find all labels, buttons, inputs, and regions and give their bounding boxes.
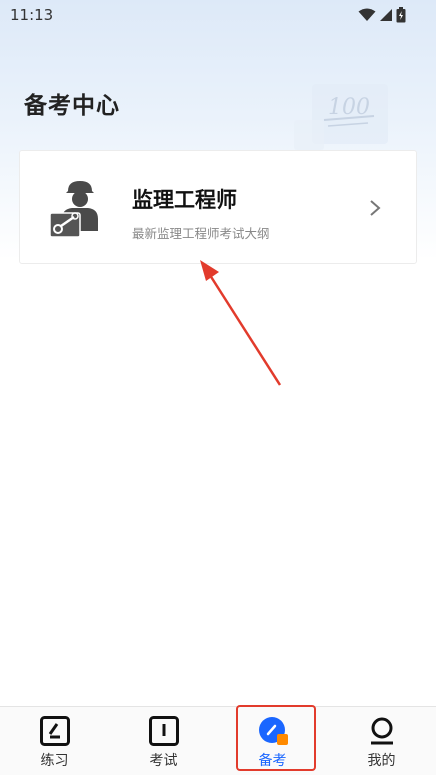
score-100-decoration: 100 [294,84,388,150]
card-title: 监理工程师 [132,188,237,212]
tab-label-profile: 我的 [367,753,396,769]
card-subtitle: 最新监理工程师考试大纲 [132,226,270,241]
page-title: 备考中心 [24,93,120,119]
tab-prepare[interactable]: 备考 [218,707,327,775]
tab-label-practice: 练习 [40,753,69,769]
profile-icon [371,717,393,745]
wifi-icon [358,8,376,21]
practice-icon [40,716,70,746]
exam-icon [149,716,179,746]
tab-exam[interactable]: 考试 [109,707,218,775]
exam-card-supervising-engineer[interactable]: 监理工程师 最新监理工程师考试大纲 [19,150,417,264]
status-icons [358,7,406,23]
tab-profile[interactable]: 我的 [327,707,436,775]
engineer-icon [49,181,98,238]
prepare-icon [259,717,288,745]
status-bar: 11:13 [0,0,436,30]
battery-icon [396,7,406,23]
signal-icon [380,9,392,21]
status-time: 11:13 [10,6,54,24]
chevron-right-icon [370,200,381,216]
tab-practice[interactable]: 练习 [0,707,109,775]
bottom-tab-bar: 练习 考试 备考 我的 [0,706,436,775]
tab-label-prepare: 备考 [258,753,287,769]
tab-label-exam: 考试 [149,753,178,769]
